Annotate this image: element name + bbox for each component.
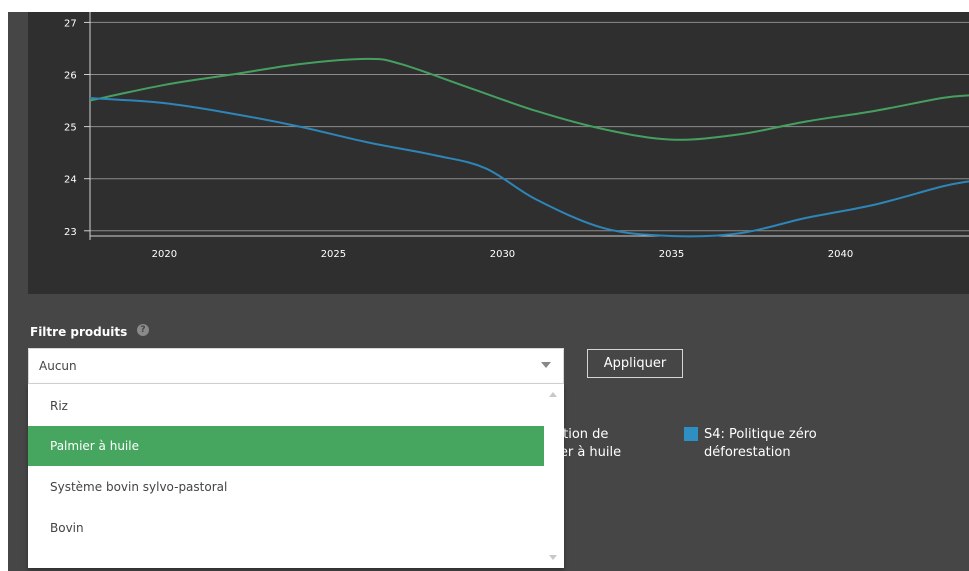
scroll-up-icon[interactable] (549, 392, 557, 397)
chart-svg: 23 24 25 26 27 2020 2025 2030 2035 2040 (64, 12, 969, 260)
legend-swatch-s4 (684, 427, 698, 441)
y-tick-label: 26 (64, 71, 77, 82)
top-border (0, 0, 969, 12)
option-systeme-bovin-sylvo-pastoral[interactable]: Système bovin sylvo-pastoral (28, 467, 544, 507)
filter-title: Filtre produits (30, 325, 128, 339)
line-chart: 23 24 25 26 27 2020 2025 2030 2035 2040 (28, 12, 969, 294)
option-palmier-a-huile[interactable]: Palmier à huile (28, 426, 544, 466)
scroll-down-icon[interactable] (549, 555, 557, 560)
x-tick-label: 2025 (321, 249, 346, 260)
y-tick-label: 24 (64, 175, 77, 186)
select-value: Aucun (39, 359, 77, 373)
y-tick-label: 25 (64, 123, 77, 134)
filter-dropdown-list[interactable]: Riz Palmier à huile Système bovin sylvo-… (28, 384, 564, 568)
help-icon[interactable]: ? (137, 324, 149, 336)
y-tick-label: 23 (64, 227, 77, 238)
x-tick-label: 2035 (659, 249, 684, 260)
legend-item-s4[interactable]: S4: Politique zéro déforestation (704, 426, 817, 462)
product-filter-select[interactable]: Aucun (28, 348, 564, 384)
apply-button[interactable]: Appliquer (587, 349, 683, 378)
dropdown-scrollbar[interactable] (544, 384, 564, 568)
left-border (0, 0, 8, 571)
option-bovin[interactable]: Bovin (28, 508, 544, 548)
series-line-2 (89, 96, 969, 238)
x-tick-label: 2040 (828, 249, 853, 260)
caret-down-icon[interactable] (541, 362, 551, 368)
y-tick-label: 27 (64, 18, 77, 29)
series-line-1 (89, 57, 969, 141)
legend-s4-line1: S4: Politique zéro (704, 427, 817, 442)
x-tick-label: 2020 (152, 249, 177, 260)
x-tick-label: 2030 (490, 249, 515, 260)
option-riz[interactable]: Riz (28, 386, 544, 426)
legend-s4-line2: déforestation (704, 445, 791, 460)
